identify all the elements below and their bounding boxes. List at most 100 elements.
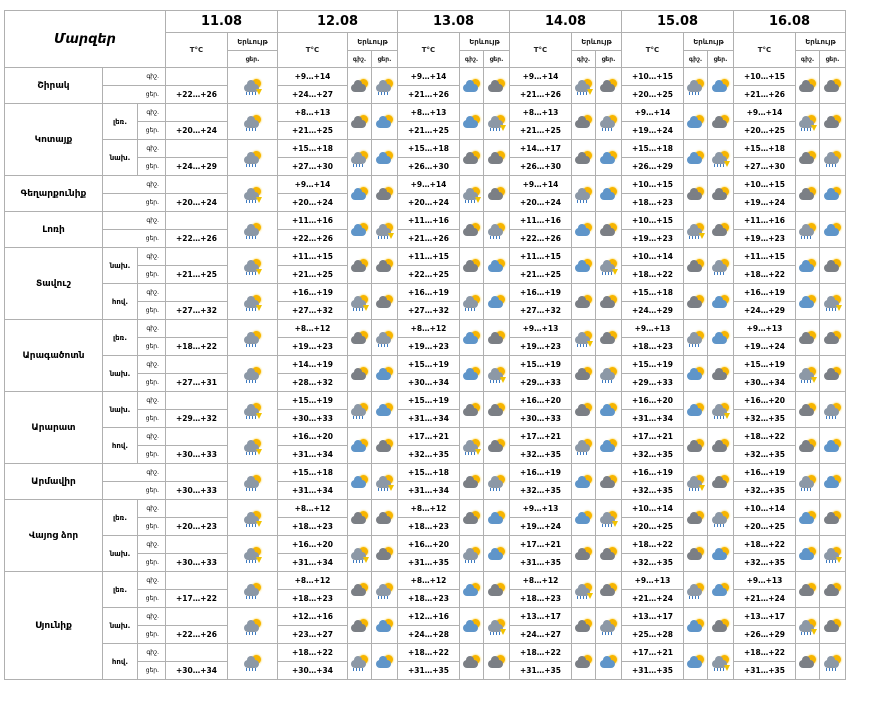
zone-label: հով. [102, 283, 138, 320]
temperature-cell: +9…+14 [277, 175, 348, 194]
sun-rain-cloud-icon [243, 654, 263, 671]
temperature-cell: +20…+25 [621, 85, 684, 104]
temperature-cell: +19…+24 [733, 337, 796, 356]
temperature-cell: +22…+26 [165, 85, 228, 104]
partly-cloudy-icon [375, 510, 395, 527]
day-weather-cell [707, 499, 734, 536]
day-weather-cell [595, 499, 622, 536]
dark-cloud-sun-icon [599, 222, 619, 239]
temperature-cell: +29…+32 [165, 409, 228, 428]
partly-cloudy-icon [823, 114, 843, 131]
dark-cloud-sun-icon [350, 510, 370, 527]
day-weather-cell [371, 211, 398, 248]
temperature-cell: +11…+16 [733, 211, 796, 230]
night-weather-cell [683, 535, 708, 572]
temperature-cell: +17…+21 [621, 643, 684, 662]
table-row: Արագածոտն լեռ. գիշ. +8…+12 +8…+12 +9…+13 +9…+1… [4, 319, 846, 392]
temperature-cell [165, 67, 228, 86]
night-weather-cell [459, 175, 484, 212]
sun-rain-cloud-icon [375, 78, 395, 95]
sun-storm-cloud-icon [243, 294, 263, 311]
region-name: Կոտայք [4, 103, 103, 176]
sun-blue-cloud-icon [462, 582, 482, 599]
temperature-cell: +27…+32 [509, 301, 572, 320]
table-row: Լոռի գիշ. +11…+16 +11…+16 +11…+16 +10…+15 +11…… [4, 211, 846, 248]
temperature-cell: +24…+29 [621, 301, 684, 320]
temperature-cell: +18…+23 [621, 337, 684, 356]
temperature-cell: +20…+24 [165, 121, 228, 140]
temperature-cell [165, 355, 228, 374]
day-weather-cell [595, 247, 622, 284]
temperature-cell: +15…+19 [733, 355, 796, 374]
night-weather-cell [795, 571, 820, 608]
table-row: Վայոց ձոր լեռ. գիշ. +8…+12 +8…+12 +9…+13 +10…+… [4, 499, 846, 572]
temperature-cell: +18…+22 [277, 643, 348, 662]
temperature-cell: +27…+32 [277, 301, 348, 320]
zone-label: նախ. [102, 607, 138, 644]
partly-cloudy-icon [599, 330, 619, 347]
night-weather-cell [347, 175, 372, 212]
temperature-cell: +32…+35 [621, 445, 684, 464]
time-of-day-label: գիշ. [137, 607, 166, 626]
temperature-cell: +19…+23 [621, 229, 684, 248]
time-of-day-label: գիշ. [137, 139, 166, 158]
temperature-cell: +30…+34 [397, 373, 460, 392]
weather-cell [227, 139, 278, 176]
temperature-cell: +24…+27 [277, 85, 348, 104]
temperature-cell: +10…+14 [621, 247, 684, 266]
time-of-day-label: ցեր. [137, 265, 166, 284]
time-of-day-label: գիշ. [137, 571, 166, 590]
temperature-cell [165, 103, 228, 122]
night-weather-cell [571, 211, 596, 248]
night-weather-cell [795, 427, 820, 464]
temperature-cell: +27…+31 [165, 373, 228, 392]
day-weather-cell [371, 535, 398, 572]
time-of-day-label: գիշ. [102, 67, 166, 86]
region-name: Արմավիր [4, 463, 103, 500]
temperature-cell: +9…+13 [509, 319, 572, 338]
day-weather-cell [707, 67, 734, 104]
partly-cloudy-icon [487, 150, 507, 167]
temperature-cell: +31…+34 [277, 445, 348, 464]
table-row: Արարատ նախ. գիշ. +15…+19 +15…+19 +16…+20 +16…+… [4, 391, 846, 464]
night-weather-cell [459, 535, 484, 572]
day-weather-cell [595, 283, 622, 320]
night-weather-cell [571, 103, 596, 140]
region-name: Արագածոտն [4, 319, 103, 392]
temperature-cell: +10…+15 [733, 175, 796, 194]
sun-rain-cloud-icon [599, 366, 619, 383]
weather-cell [227, 535, 278, 572]
day-weather-cell [595, 607, 622, 644]
temperature-cell: +30…+33 [165, 445, 228, 464]
temperature-cell [165, 463, 228, 482]
night-weather-cell [571, 67, 596, 104]
region-name: Սյունիք [4, 571, 103, 680]
sun-rain-cloud-icon [487, 222, 507, 239]
night-weather-cell [347, 427, 372, 464]
temperature-cell: +21…+25 [277, 121, 348, 140]
day-weather-cell [483, 139, 510, 176]
time-of-day-label: գիշ. [137, 427, 166, 446]
day-weather-cell [483, 535, 510, 572]
temperature-cell: +15…+18 [733, 139, 796, 158]
night-weather-cell [795, 67, 820, 104]
day-weather-cell [819, 463, 846, 500]
sun-blue-cloud-icon [711, 582, 731, 599]
temperature-cell: +11…+15 [277, 247, 348, 266]
temperature-cell: +21…+26 [733, 85, 796, 104]
temperature-cell: +15…+19 [397, 391, 460, 410]
temperature-cell: +18…+23 [509, 589, 572, 608]
day-weather-cell [595, 175, 622, 212]
temperature-cell: +9…+14 [397, 175, 460, 194]
temperature-cell [165, 175, 228, 194]
sun-blue-cloud-icon [599, 654, 619, 671]
night-weather-cell [347, 67, 372, 104]
temperature-cell [165, 211, 228, 230]
sun-rain-cloud-icon [243, 582, 263, 599]
night-weather-cell [683, 571, 708, 608]
dark-cloud-sun-icon [487, 582, 507, 599]
temperature-cell: +21…+25 [165, 265, 228, 284]
temperature-cell: +9…+13 [621, 571, 684, 590]
partly-cloudy-icon [462, 258, 482, 275]
sun-storm-cloud-icon [798, 618, 818, 635]
